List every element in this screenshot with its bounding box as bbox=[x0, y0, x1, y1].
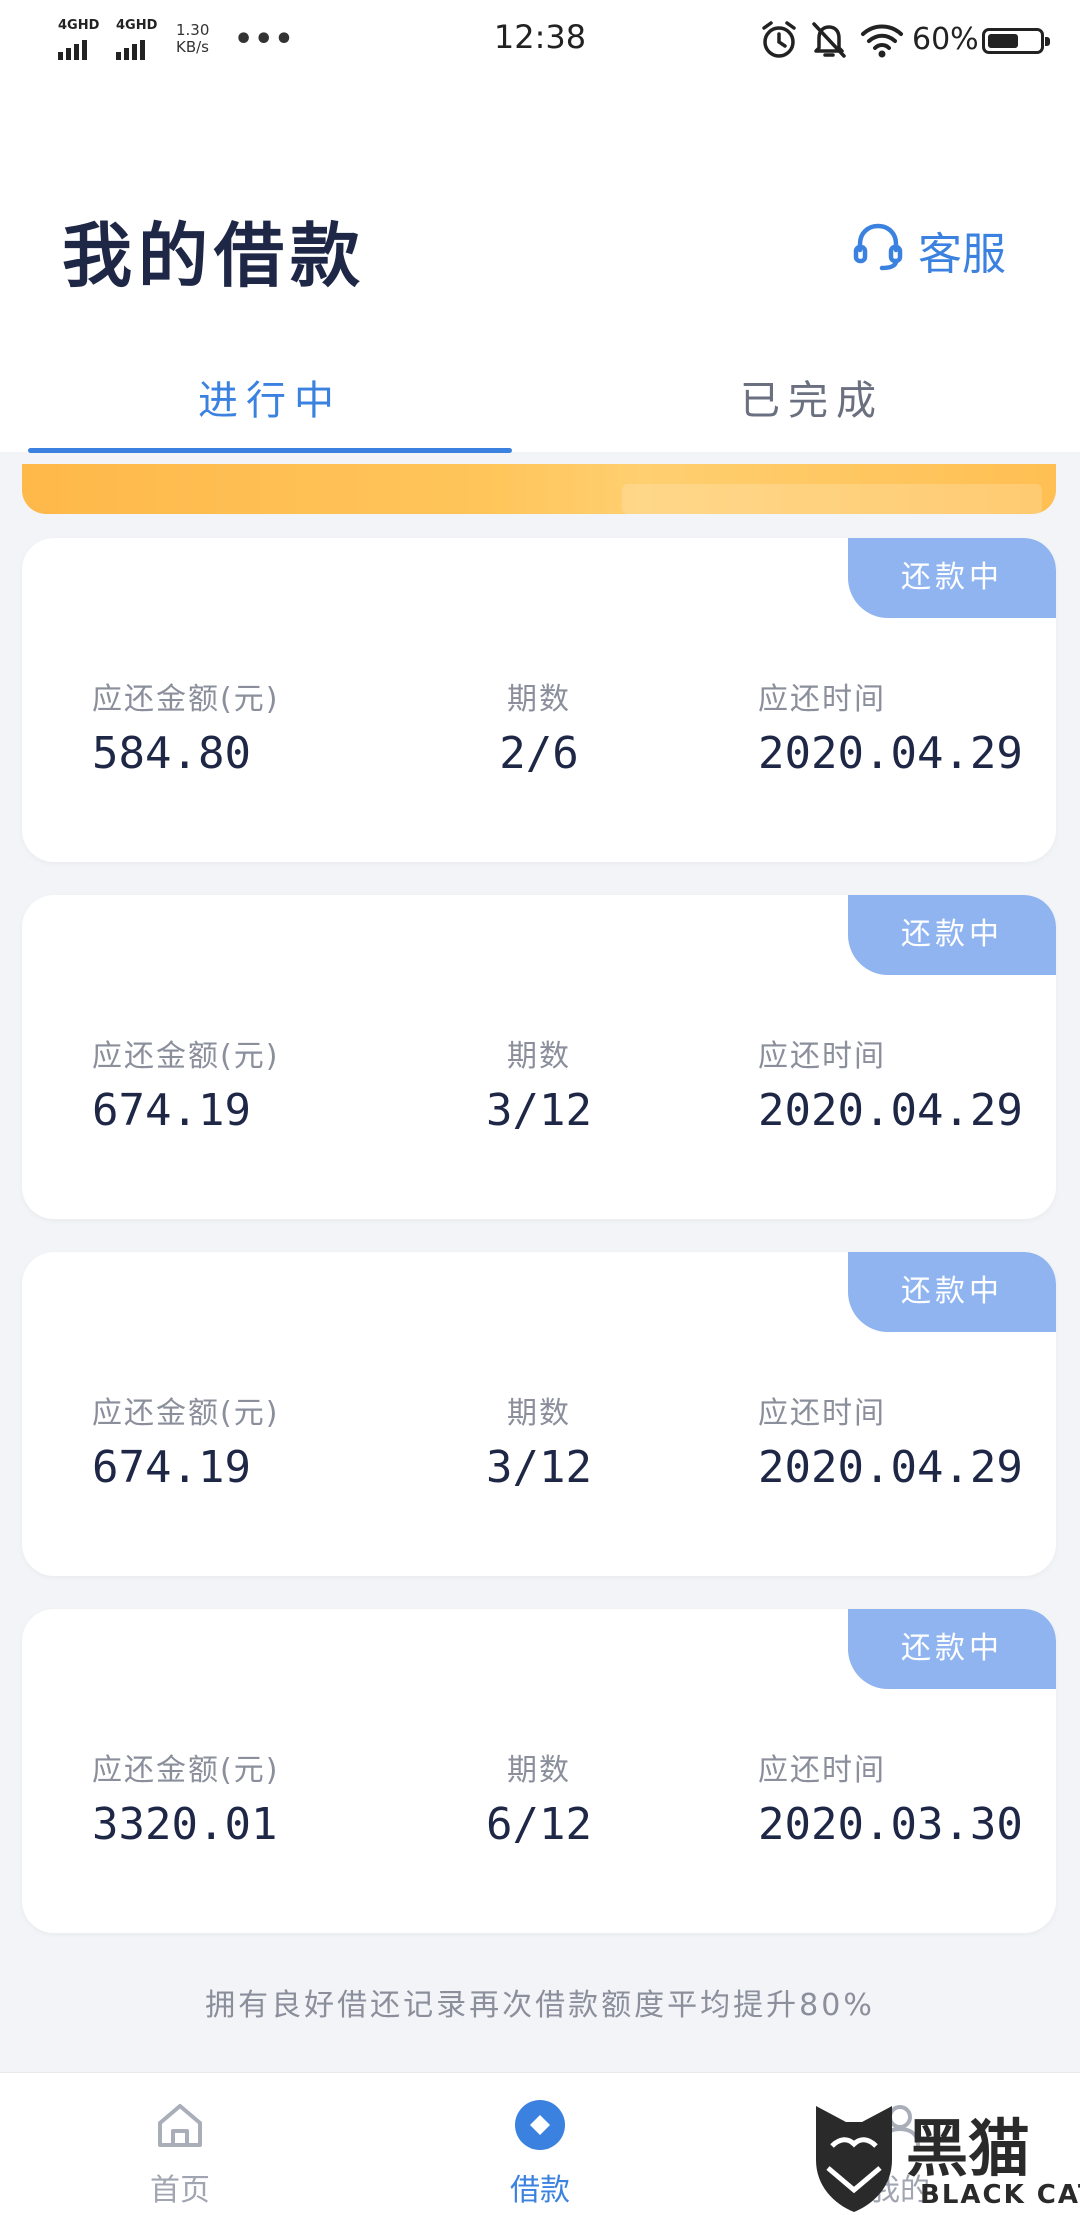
home-icon bbox=[158, 2104, 202, 2147]
wifi-icon bbox=[861, 24, 903, 58]
customer-service-label: 客服 bbox=[918, 229, 1006, 280]
nav-loan-label: 借款 bbox=[510, 2173, 570, 2208]
mute-icon bbox=[812, 22, 846, 58]
due-date-label: 应还时间 bbox=[758, 1039, 886, 1074]
period-label: 期数 bbox=[507, 1753, 571, 1788]
watermark: 黑猫 BLACK CAT bbox=[806, 2098, 1080, 2214]
banner-decoration bbox=[622, 484, 1042, 514]
black-cat-logo-icon bbox=[816, 2106, 892, 2212]
headset-icon bbox=[853, 223, 903, 271]
tab-bar: 进行中 已完成 bbox=[0, 350, 1080, 452]
status-bar: 4GHD 4GHD 1.30 KB/s ••• 12:38 60% bbox=[0, 0, 1080, 80]
page-title: 我的借款 bbox=[62, 214, 366, 297]
alarm-icon bbox=[762, 21, 796, 58]
watermark-subtext: BLACK CAT bbox=[920, 2180, 1080, 2210]
nav-loan[interactable]: 借款 bbox=[430, 2073, 650, 2215]
due-date-value: 2020.04.29 bbox=[758, 728, 1023, 779]
due-date-value: 2020.04.29 bbox=[758, 1085, 1023, 1136]
status-badge: 还款中 bbox=[848, 895, 1056, 975]
due-date-value: 2020.04.29 bbox=[758, 1442, 1023, 1493]
loan-icon bbox=[515, 2100, 565, 2150]
status-bar-right: 60% bbox=[760, 20, 1050, 60]
tab-completed[interactable]: 已完成 bbox=[570, 350, 1054, 452]
battery-percent: 60% bbox=[912, 22, 979, 57]
promo-banner[interactable] bbox=[22, 464, 1056, 514]
status-badge: 还款中 bbox=[848, 1609, 1056, 1689]
tab-indicator bbox=[28, 448, 512, 453]
watermark-text: 黑猫 bbox=[906, 2112, 1031, 2185]
due-date-label: 应还时间 bbox=[758, 682, 886, 717]
status-badge: 还款中 bbox=[848, 538, 1056, 618]
footer-note: 拥有良好借还记录再次借款额度平均提升80% bbox=[205, 1988, 875, 2023]
period-label: 期数 bbox=[507, 682, 571, 717]
nav-home[interactable]: 首页 bbox=[70, 2073, 290, 2215]
due-date-label: 应还时间 bbox=[758, 1753, 886, 1788]
loan-card[interactable]: 还款中 应还金额(元) 674.19 期数 3/12 应还时间 2020.04.… bbox=[22, 895, 1056, 1219]
due-date-label: 应还时间 bbox=[758, 1396, 886, 1431]
status-badge: 还款中 bbox=[848, 1252, 1056, 1332]
loan-card[interactable]: 还款中 应还金额(元) 3320.01 期数 6/12 应还时间 2020.03… bbox=[22, 1609, 1056, 1933]
due-date-value: 2020.03.30 bbox=[758, 1799, 1023, 1850]
header: 我的借款 客服 进行中 已完成 bbox=[0, 80, 1080, 453]
nav-home-label: 首页 bbox=[150, 2173, 210, 2208]
period-label: 期数 bbox=[507, 1039, 571, 1074]
loan-card[interactable]: 还款中 应还金额(元) 584.80 期数 2/6 应还时间 2020.04.2… bbox=[22, 538, 1056, 862]
battery-icon bbox=[982, 28, 1050, 54]
customer-service-button[interactable]: 客服 bbox=[852, 216, 1022, 280]
period-label: 期数 bbox=[507, 1396, 571, 1431]
loan-card[interactable]: 还款中 应还金额(元) 674.19 期数 3/12 应还时间 2020.04.… bbox=[22, 1252, 1056, 1576]
tab-in-progress[interactable]: 进行中 bbox=[28, 350, 512, 452]
